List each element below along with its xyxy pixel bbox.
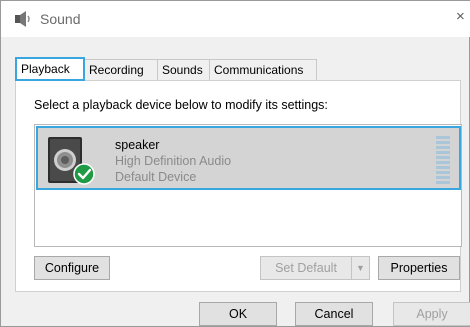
sound-dialog: Sound × Playback Recording Sounds Commun…: [0, 0, 470, 327]
properties-button[interactable]: Properties: [378, 256, 460, 280]
volume-meter: [436, 136, 450, 184]
device-list[interactable]: speaker High Definition Audio Default De…: [34, 124, 462, 247]
playback-instruction: Select a playback device below to modify…: [34, 98, 328, 112]
cancel-button[interactable]: Cancel: [295, 302, 373, 326]
configure-button[interactable]: Configure: [34, 256, 110, 280]
title-bar: Sound ×: [1, 1, 470, 37]
close-button[interactable]: ×: [456, 8, 465, 25]
speaker-app-icon: [15, 11, 30, 27]
tab-playback[interactable]: Playback: [15, 57, 85, 81]
apply-button[interactable]: Apply: [393, 302, 470, 326]
ok-button[interactable]: OK: [199, 302, 277, 326]
device-name: speaker: [115, 138, 160, 152]
device-driver: High Definition Audio: [115, 154, 232, 168]
tab-communications[interactable]: Communications: [209, 59, 317, 81]
device-status: Default Device: [115, 170, 197, 184]
tab-sounds[interactable]: Sounds: [157, 59, 210, 81]
window-title: Sound: [40, 11, 81, 27]
set-default-label: Set Default: [275, 261, 337, 275]
chevron-down-icon[interactable]: ▼: [351, 257, 369, 279]
check-icon: [73, 163, 95, 185]
set-default-button[interactable]: Set Default ▼: [260, 256, 370, 280]
device-row-speaker[interactable]: speaker High Definition Audio Default De…: [36, 126, 461, 190]
speaker-icon: [48, 137, 95, 185]
tab-recording[interactable]: Recording: [84, 59, 158, 81]
